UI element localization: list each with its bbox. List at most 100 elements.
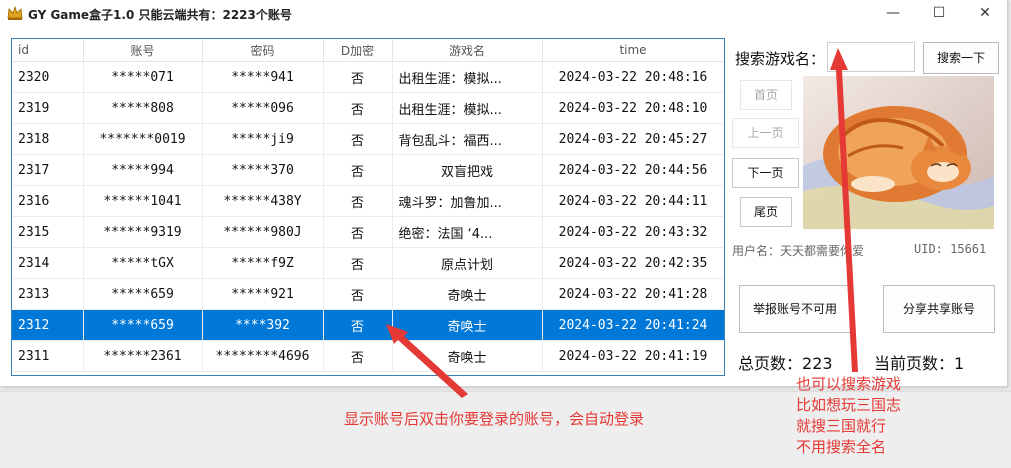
cell-time: 2024-03-22 20:48:10 xyxy=(542,92,724,124)
col-time-header[interactable]: time xyxy=(542,39,724,62)
crown-icon xyxy=(7,5,23,20)
minimize-button[interactable]: — xyxy=(870,0,916,28)
current-page-label: 当前页数： xyxy=(874,354,955,373)
cell-game: 魂斗罗：加鲁加... xyxy=(392,185,543,217)
cell-password: *****f9Z xyxy=(202,247,324,279)
col-encrypted-header[interactable]: D加密 xyxy=(323,39,393,62)
cell-encrypted: 否 xyxy=(323,92,393,124)
last-page-button[interactable]: 尾页 xyxy=(740,197,792,227)
cell-password: *****921 xyxy=(202,278,324,310)
cell-game: 出租生涯：模拟... xyxy=(392,61,543,93)
cell-id: 2317 xyxy=(12,154,84,186)
annotation-line: 就搜三国就行 xyxy=(796,417,887,435)
col-account-header[interactable]: 账号 xyxy=(83,39,203,62)
cell-time: 2024-03-22 20:42:35 xyxy=(542,247,724,279)
app-window: GY Game盒子1.0 只能云端共有：2223个账号 — ☐ ✕ id 账号 密码… xyxy=(0,0,1008,387)
cell-account: *****659 xyxy=(83,309,203,341)
window-title: GY Game盒子1.0 只能云端共有：2223个账号 xyxy=(28,8,292,22)
total-pages-label: 总页数： xyxy=(738,354,803,373)
cell-time: 2024-03-22 20:44:56 xyxy=(542,154,724,186)
username-label: 用户名：天天都需要你爱 xyxy=(732,244,865,258)
cell-password: *****370 xyxy=(202,154,324,186)
table-row[interactable]: 2315 ******9319 ******980J 否绝密：法国 ‘4... 2024… xyxy=(12,216,724,248)
search-button[interactable]: 搜索一下 xyxy=(923,42,999,74)
cell-game: 双盲把戏 xyxy=(392,154,543,186)
current-page: 当前页数：1 xyxy=(874,350,964,374)
account-table[interactable]: id 账号 密码 D加密 游戏名 time 2320 *****071 *****941 否出租… xyxy=(11,38,725,376)
cell-time: 2024-03-22 20:41:24 xyxy=(542,309,724,341)
cell-password: *****ji9 xyxy=(202,123,324,155)
cell-encrypted: 否 xyxy=(323,278,393,310)
close-button[interactable]: ✕ xyxy=(962,0,1008,28)
table-row[interactable]: 2313 *****659 *****921 否奇唤士 2024-03-22 20:41… xyxy=(12,278,724,310)
annotation-search-tip: 也可以搜索游戏 比如想玩三国志 就搜三国就行 不用搜索全名 xyxy=(796,374,901,458)
table-header: id 账号 密码 D加密 游戏名 time xyxy=(12,39,724,62)
cell-id: 2315 xyxy=(12,216,84,248)
annotation-line: 也可以搜索游戏 xyxy=(796,375,902,393)
cell-id: 2311 xyxy=(12,340,84,372)
prev-page-button[interactable]: 上一页 xyxy=(732,118,799,148)
cell-game: 绝密：法国 ‘4... xyxy=(392,216,543,248)
cell-encrypted: 否 xyxy=(323,154,393,186)
cell-id: 2316 xyxy=(12,185,84,217)
table-row[interactable]: 2318 *******0019 *****ji9 否背包乱斗：福西... 2024-0… xyxy=(12,123,724,155)
total-pages: 总页数：223 xyxy=(738,350,833,374)
table-row[interactable]: 2319 *****808 *****096 否出租生涯：模拟... 2024-03-2… xyxy=(12,92,724,124)
first-page-button[interactable]: 首页 xyxy=(740,80,792,110)
cell-account: *******0019 xyxy=(83,123,203,155)
col-id-header[interactable]: id xyxy=(12,39,84,62)
cell-account: ******9319 xyxy=(83,216,203,248)
cell-id: 2318 xyxy=(12,123,84,155)
cell-account: *****994 xyxy=(83,154,203,186)
search-panel: 搜索游戏名： 搜索一下 xyxy=(731,40,1001,74)
table-row[interactable]: 2316 ******1041 ******438Y 否魂斗罗：加鲁加... 2024-… xyxy=(12,185,724,217)
cell-time: 2024-03-22 20:41:19 xyxy=(542,340,724,372)
search-input[interactable] xyxy=(827,42,915,72)
cell-id: 2314 xyxy=(12,247,84,279)
table-row[interactable]: 2311 ******2361 ********4696 否奇唤士 2024-03-22… xyxy=(12,340,724,372)
cell-time: 2024-03-22 20:44:11 xyxy=(542,185,724,217)
table-row[interactable]: 2320 *****071 *****941 否出租生涯：模拟... 2024-03-2… xyxy=(12,61,724,93)
search-label: 搜索游戏名： xyxy=(735,50,826,68)
table-row[interactable]: 2312 *****659 ****392 否奇唤士 2024-03-22 20:41:… xyxy=(12,309,724,341)
cell-id: 2312 xyxy=(12,309,84,341)
cell-time: 2024-03-22 20:41:28 xyxy=(542,278,724,310)
cell-account: *****tGX xyxy=(83,247,203,279)
cell-account: ******1041 xyxy=(83,185,203,217)
share-account-button[interactable]: 分享共享账号 xyxy=(883,285,995,333)
cell-time: 2024-03-22 20:43:32 xyxy=(542,216,724,248)
annotation-line: 不用搜索全名 xyxy=(796,438,887,456)
cell-game: 奇唤士 xyxy=(392,278,543,310)
cell-time: 2024-03-22 20:48:16 xyxy=(542,61,724,93)
cell-password: ****392 xyxy=(202,309,324,341)
cell-encrypted: 否 xyxy=(323,340,393,372)
cell-game: 奇唤士 xyxy=(392,309,543,341)
title-bar: GY Game盒子1.0 只能云端共有：2223个账号 — ☐ ✕ xyxy=(0,0,1007,28)
cell-account: *****808 xyxy=(83,92,203,124)
cell-encrypted: 否 xyxy=(323,185,393,217)
cell-id: 2320 xyxy=(12,61,84,93)
cell-game: 原点计划 xyxy=(392,247,543,279)
table-row[interactable]: 2317 *****994 *****370 否双盲把戏 2024-03-22 20:4… xyxy=(12,154,724,186)
table-row[interactable]: 2314 *****tGX *****f9Z 否原点计划 2024-03-22 20:4… xyxy=(12,247,724,279)
cell-encrypted: 否 xyxy=(323,123,393,155)
col-game-header[interactable]: 游戏名 xyxy=(392,39,543,62)
next-page-button[interactable]: 下一页 xyxy=(732,158,799,188)
cell-account: *****659 xyxy=(83,278,203,310)
cell-id: 2313 xyxy=(12,278,84,310)
cell-password: ********4696 xyxy=(202,340,324,372)
total-pages-value: 223 xyxy=(802,354,833,373)
uid-label: UID: 15661 xyxy=(914,242,987,256)
maximize-button[interactable]: ☐ xyxy=(916,0,962,28)
cell-encrypted: 否 xyxy=(323,309,393,341)
cell-password: *****941 xyxy=(202,61,324,93)
report-account-button[interactable]: 举报账号不可用 xyxy=(739,285,851,333)
annotation-double-click: 显示账号后双击你要登录的账号，会自动登录 xyxy=(344,410,645,428)
cat-image xyxy=(803,76,994,229)
cell-account: ******2361 xyxy=(83,340,203,372)
cell-id: 2319 xyxy=(12,92,84,124)
cell-account: *****071 xyxy=(83,61,203,93)
col-password-header[interactable]: 密码 xyxy=(202,39,324,62)
cell-time: 2024-03-22 20:45:27 xyxy=(542,123,724,155)
cell-game: 背包乱斗：福西... xyxy=(392,123,543,155)
